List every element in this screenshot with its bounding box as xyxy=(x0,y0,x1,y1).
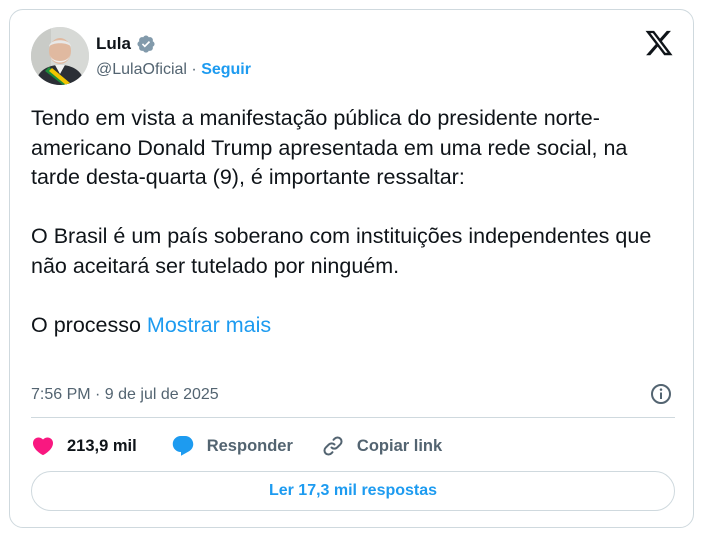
author-name[interactable]: Lula xyxy=(96,34,131,54)
link-icon xyxy=(323,436,343,456)
tweet-paragraph: O Brasil é um país soberano com institui… xyxy=(31,224,652,278)
read-replies-button[interactable]: Ler 17,3 mil respostas xyxy=(31,471,675,511)
divider xyxy=(31,417,675,418)
copy-link-label: Copiar link xyxy=(356,436,443,455)
verified-badge-icon xyxy=(137,35,155,53)
x-logo-icon[interactable] xyxy=(644,28,674,58)
follow-link[interactable]: Seguir xyxy=(201,61,251,78)
tweet-paragraph: Tendo em vista a manifestação pública do… xyxy=(31,106,628,189)
avatar-image xyxy=(31,27,89,85)
reply-label: Responder xyxy=(206,436,293,455)
like-count: 213,9 mil xyxy=(67,436,137,455)
tweet-paragraph-last: O processo Mostrar mais xyxy=(31,311,681,341)
author-handle[interactable]: @LulaOficial xyxy=(96,61,187,78)
copy-link-button[interactable]: Copiar link xyxy=(321,434,442,458)
speech-bubble-icon xyxy=(172,436,193,456)
like-button[interactable]: 213,9 mil xyxy=(31,434,137,458)
avatar[interactable] xyxy=(31,27,89,85)
handle-separator: · xyxy=(191,61,197,78)
heart-icon xyxy=(32,437,54,456)
tweet-timestamp[interactable]: 7:56 PM · 9 de jul de 2025 xyxy=(31,386,219,404)
tweet-paragraph-truncated: O processo xyxy=(31,312,141,337)
action-bar: 213,9 mil Responder Copiar link xyxy=(31,431,442,461)
tweet-text: Tendo em vista a manifestação pública do… xyxy=(31,104,681,340)
reply-button[interactable]: Responder xyxy=(171,434,293,458)
info-icon[interactable] xyxy=(649,382,673,406)
author-name-row: Lula xyxy=(96,34,156,54)
tweet-card: Lula @LulaOficial · Seguir Tendo em vist… xyxy=(9,9,694,528)
show-more-link[interactable]: Mostrar mais xyxy=(147,313,271,337)
author-handle-row: @LulaOficial · Seguir xyxy=(96,61,251,79)
